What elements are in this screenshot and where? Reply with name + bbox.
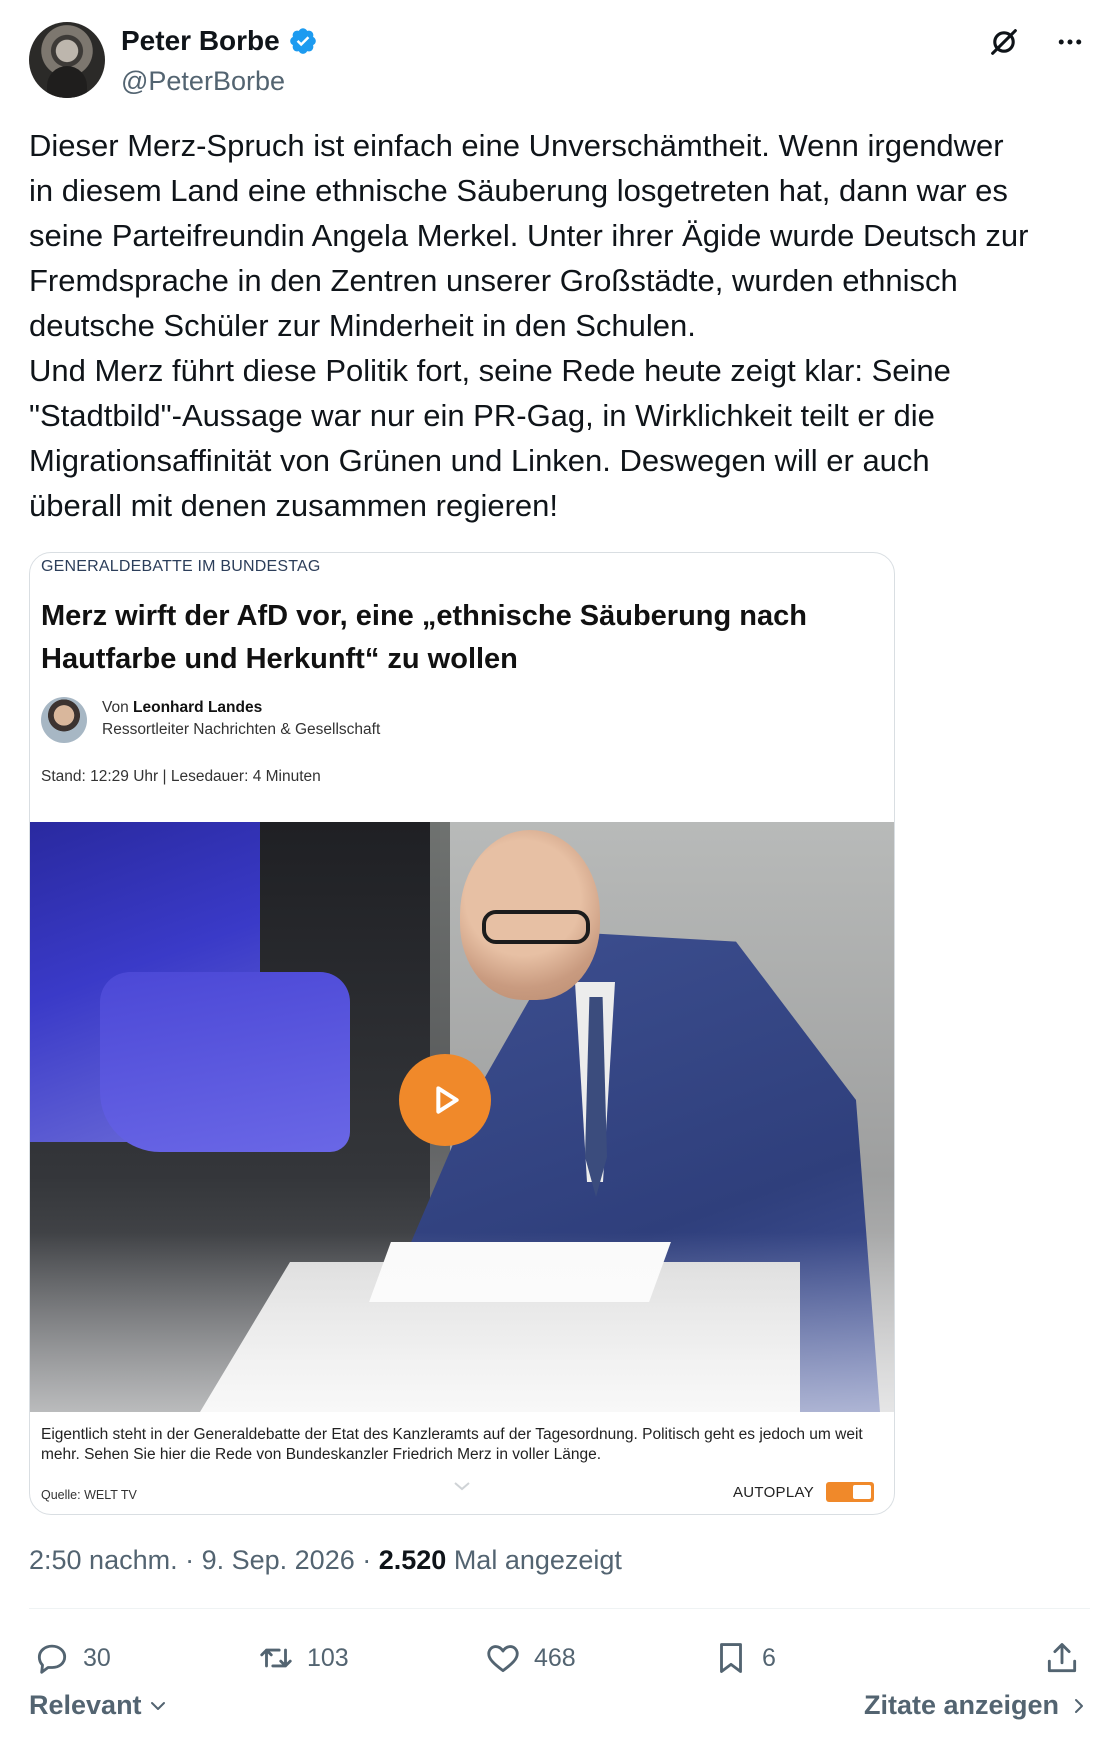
view-count-suffix: Mal angezeigt — [446, 1545, 622, 1575]
card-author-role: Ressortleiter Nachrichten & Gesellschaft — [102, 721, 381, 738]
repost-button[interactable]: 103 — [257, 1630, 349, 1686]
video-player[interactable] — [30, 822, 894, 1412]
replies-controls: Relevant Zitate anzeigen — [29, 1690, 1091, 1740]
video-speaker-glasses — [482, 910, 590, 944]
card-author-name: Leonhard Landes — [133, 699, 263, 716]
card-meta: Stand: 12:29 Uhr | Lesedauer: 4 Minuten — [41, 768, 321, 785]
view-count: 2.520 — [378, 1545, 447, 1575]
tweet-detail-page: Peter Borbe @PeterBorbe Dieser Merz-Spru… — [0, 0, 1119, 1749]
card-headline[interactable]: Merz wirft der AfD vor, eine „ethnische … — [41, 595, 861, 681]
grok-icon[interactable] — [984, 22, 1024, 62]
bookmark-button[interactable]: 6 — [712, 1630, 776, 1686]
author-avatar[interactable] — [29, 22, 105, 98]
bookmark-count: 6 — [762, 1643, 776, 1672]
author-handle[interactable]: @PeterBorbe — [121, 64, 285, 98]
autoplay-label: AUTOPLAY — [732, 1483, 814, 1501]
sort-dropdown[interactable]: Relevant — [29, 1690, 170, 1721]
repost-icon — [260, 1648, 292, 1668]
divider — [29, 1608, 1090, 1609]
tweet-actions-bar: 30 103 468 6 — [29, 1630, 1091, 1686]
autoplay-toggle[interactable] — [826, 1482, 874, 1502]
repost-count: 103 — [307, 1643, 349, 1672]
verified-badge-icon — [288, 26, 318, 56]
card-kicker: GENERALDEBATTE IM BUNDESTAG — [41, 558, 321, 575]
tweet-timestamp-row: 2:50 nachm. · 9. Sep. 2026 · 2.520 Mal a… — [29, 1545, 622, 1576]
tweet-time[interactable]: 2:50 nachm. — [29, 1545, 178, 1575]
link-card[interactable]: GENERALDEBATTE IM BUNDESTAG Merz wirft d… — [29, 552, 895, 1515]
top-actions — [984, 22, 1090, 62]
play-button[interactable] — [399, 1054, 491, 1146]
view-quotes-link[interactable]: Zitate anzeigen — [864, 1690, 1091, 1721]
author-name[interactable]: Peter Borbe — [121, 24, 280, 58]
card-author-avatar — [41, 697, 87, 743]
autoplay-control[interactable]: AUTOPLAY — [733, 1482, 874, 1502]
author-name-row: Peter Borbe — [121, 24, 318, 58]
video-chair-seat — [100, 972, 350, 1152]
chevron-down-icon[interactable] — [452, 1480, 472, 1492]
tweet-text: Dieser Merz-Spruch ist einfach eine Unve… — [29, 128, 1029, 523]
chevron-right-icon — [1075, 1698, 1083, 1713]
card-author-prefix: Von — [102, 699, 134, 716]
reply-icon — [37, 1644, 67, 1674]
quotes-label: Zitate anzeigen — [863, 1690, 1059, 1720]
play-icon — [436, 1086, 459, 1114]
video-source: Quelle: WELT TV — [41, 1488, 137, 1502]
video-caption: Eigentlich steht in der Generaldebatte d… — [41, 1426, 863, 1463]
tweet-header: Peter Borbe @PeterBorbe — [29, 22, 1090, 102]
bookmark-icon — [720, 1643, 742, 1673]
share-icon — [1047, 1643, 1077, 1673]
like-button[interactable]: 468 — [484, 1630, 576, 1686]
heart-icon — [487, 1645, 519, 1673]
reply-count: 30 — [83, 1643, 111, 1672]
timestamp-separator: · — [354, 1545, 379, 1575]
chevron-down-icon — [150, 1701, 165, 1710]
reply-button[interactable]: 30 — [33, 1630, 111, 1686]
tweet-date[interactable]: 9. Sep. 2026 — [202, 1545, 355, 1575]
share-button[interactable] — [1043, 1630, 1081, 1686]
sort-label: Relevant — [29, 1690, 142, 1720]
timestamp-separator: · — [177, 1545, 202, 1575]
card-author-line: Von Leonhard Landes — [102, 699, 262, 717]
more-options-icon[interactable] — [1050, 22, 1090, 62]
video-fade — [30, 1232, 894, 1412]
like-count: 468 — [534, 1643, 576, 1672]
